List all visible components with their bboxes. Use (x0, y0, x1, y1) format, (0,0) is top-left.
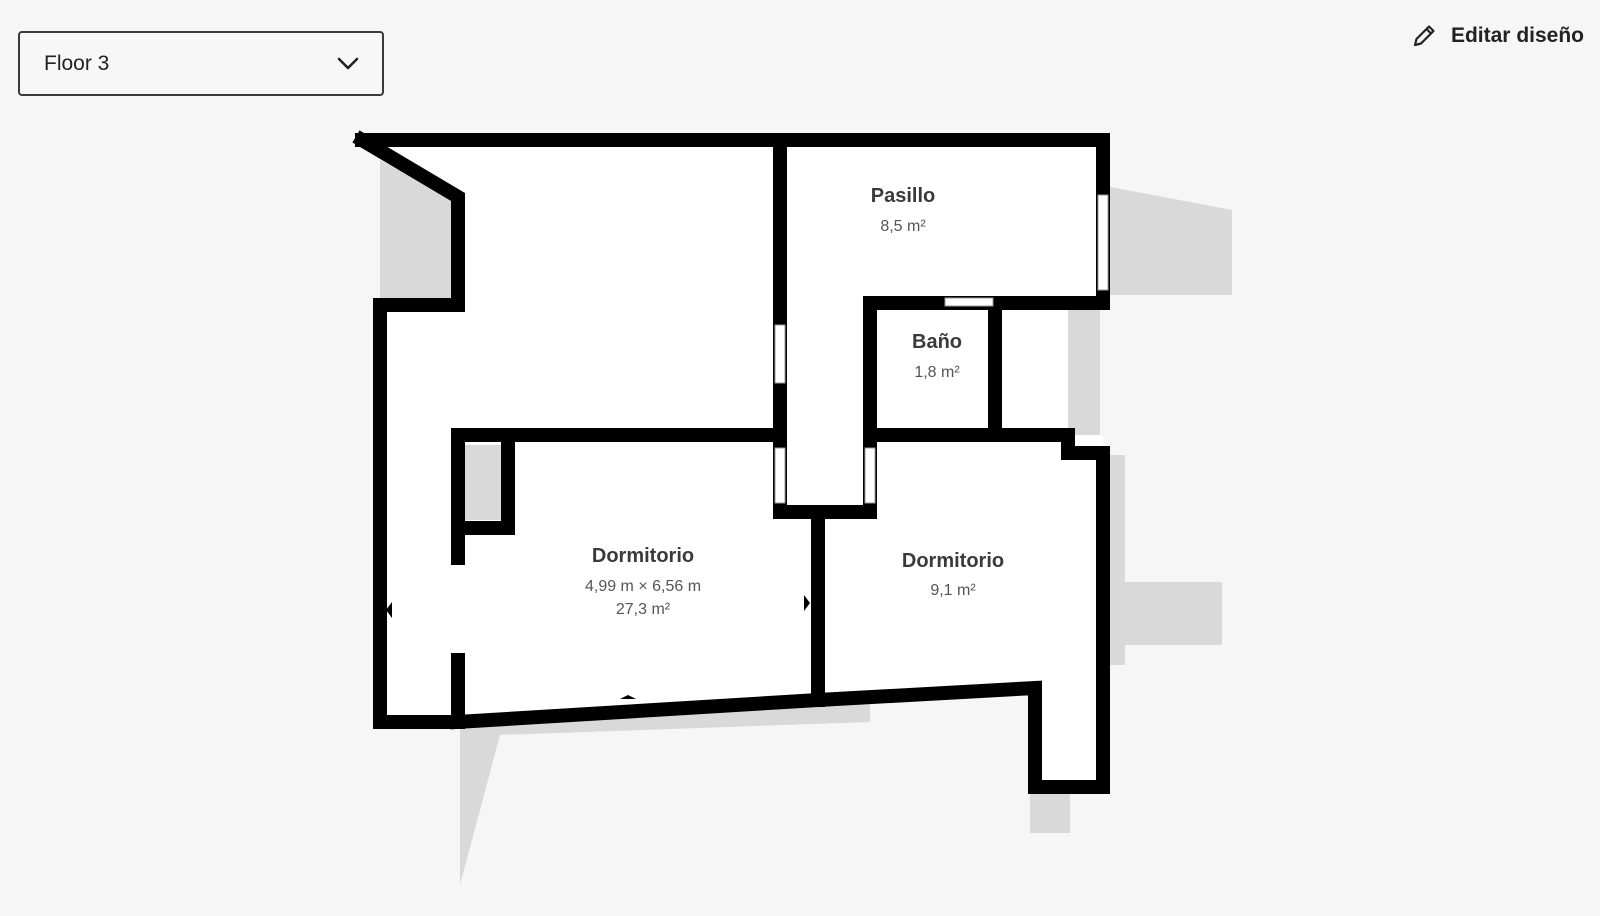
closet (465, 445, 503, 520)
svg-text:27,3 m²: 27,3 m² (616, 601, 671, 618)
svg-text:Dormitorio: Dormitorio (902, 550, 1004, 572)
floor-plan: Pasillo 8,5 m² Baño 1,8 m² Dormitorio 4,… (352, 130, 1232, 885)
svg-text:9,1 m²: 9,1 m² (930, 582, 976, 599)
svg-text:4,99 m × 6,56 m: 4,99 m × 6,56 m (585, 578, 701, 595)
svg-text:8,5 m²: 8,5 m² (880, 218, 926, 235)
svg-text:Baño: Baño (912, 331, 962, 353)
svg-text:1,8 m²: 1,8 m² (914, 364, 960, 381)
svg-text:Pasillo: Pasillo (871, 185, 935, 207)
svg-text:Dormitorio: Dormitorio (592, 545, 694, 567)
